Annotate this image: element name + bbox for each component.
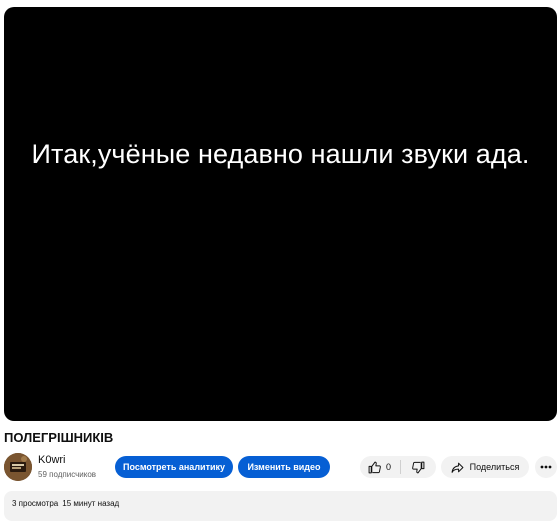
like-dislike-group: 0 [360, 456, 436, 478]
thumbs-down-icon [412, 461, 425, 473]
video-title: ПОЛЕГРІШНИКІВ [4, 430, 114, 445]
view-analytics-button[interactable]: Посмотреть аналитику [115, 456, 233, 478]
like-count: 0 [386, 462, 392, 472]
more-horizontal-icon [540, 465, 552, 469]
video-player[interactable]: Итак,учёные недавно нашли звуки ада. [4, 7, 557, 421]
channel-avatar[interactable] [4, 453, 32, 481]
dislike-button[interactable] [401, 456, 436, 478]
edit-video-button[interactable]: Изменить видео [238, 456, 330, 478]
channel-name[interactable]: K0wri [38, 454, 66, 466]
upload-time: 15 минут назад [62, 499, 120, 508]
share-button[interactable]: Поделиться [441, 456, 529, 478]
thumbs-up-icon [368, 461, 381, 473]
channel-avatar-icon [4, 453, 32, 481]
more-options-button[interactable] [535, 456, 557, 478]
description-meta: 3 просмотра 15 минут назад [12, 499, 119, 508]
description-box[interactable]: 3 просмотра 15 минут назад [4, 491, 557, 521]
share-icon [451, 462, 464, 473]
share-label: Поделиться [469, 462, 520, 472]
like-button[interactable]: 0 [360, 456, 400, 478]
subscriber-count: 59 подписчиков [38, 470, 97, 479]
view-count: 3 просмотра [12, 499, 59, 508]
video-caption: Итак,учёные недавно нашли звуки ада. [31, 139, 530, 169]
